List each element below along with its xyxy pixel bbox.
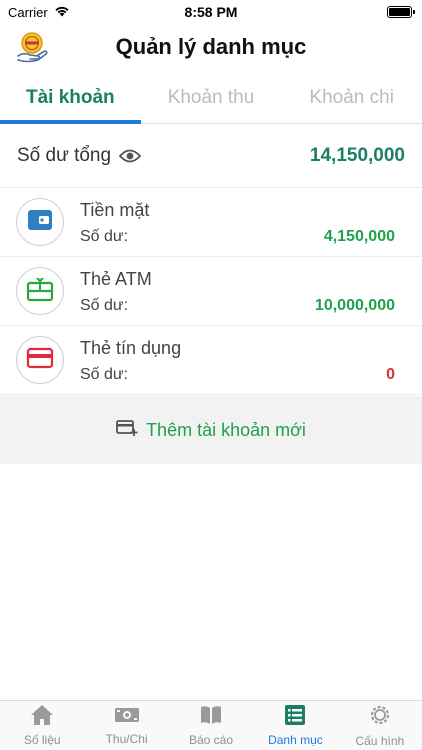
account-item-cash[interactable]: Tiền mặt Số dư: 4,150,000 (0, 188, 422, 257)
account-icon-circle (16, 336, 64, 384)
account-body: Thẻ tín dụng Số dư: 0 (80, 333, 395, 387)
balance-label: Số dư: (80, 366, 129, 383)
nav-label: Số liệu (23, 733, 61, 747)
nav-label: Báo cáo (188, 733, 234, 747)
total-balance-label: Số dư tổng (17, 144, 112, 166)
status-left: Carrier (8, 5, 70, 20)
credit-card-icon (26, 347, 54, 374)
account-balance-row: Số dư: 0 (80, 363, 395, 387)
nav-label: Danh mục (268, 733, 323, 747)
app-logo-icon (14, 29, 50, 65)
total-balance-left: Số dư tổng (17, 144, 142, 167)
nav-item-categories[interactable]: Danh mục (253, 701, 337, 750)
account-balance-row: Số dư: 10,000,000 (80, 294, 395, 318)
balance-label: Số dư: (80, 297, 129, 314)
add-account-button[interactable]: Thêm tài khoản mới (0, 396, 422, 464)
account-body: Tiền mặt Số dư: 4,150,000 (80, 195, 395, 249)
bottom-nav: Số liệu Thu/Chi Báo cáo Danh mục Cấu hìn… (0, 700, 422, 750)
balance-value: 10,000,000 (314, 297, 395, 314)
account-balance-row: Số dư: 4,150,000 (80, 225, 395, 249)
account-name: Thẻ tín dụng (80, 337, 182, 358)
list-icon (283, 704, 307, 731)
add-account-label: Thêm tài khoản mới (146, 419, 306, 440)
account-body: Thẻ ATM Số dư: 10,000,000 (80, 264, 395, 318)
nav-item-transactions[interactable]: Thu/Chi (84, 701, 168, 750)
total-balance-row: Số dư tổng 14,150,000 (0, 124, 422, 188)
settings-icon (368, 703, 392, 732)
nav-item-settings[interactable]: Cấu hình (338, 701, 422, 750)
battery-icon (387, 6, 415, 18)
status-bar: Carrier 8:58 PM (0, 0, 422, 24)
wifi-icon (54, 5, 70, 20)
balance-value: 4,150,000 (323, 228, 395, 245)
money-icon (114, 705, 140, 730)
account-list: Tiền mặt Số dư: 4,150,000 Thẻ ATM Số dư:… (0, 188, 422, 395)
tab-accounts[interactable]: Tài khoản (0, 72, 141, 124)
account-item-atm[interactable]: Thẻ ATM Số dư: 10,000,000 (0, 257, 422, 326)
home-icon (30, 704, 54, 731)
nav-item-stats[interactable]: Số liệu (0, 701, 84, 750)
header: Quản lý danh mục (0, 24, 422, 70)
category-tabs: Tài khoản Khoản thu Khoản chi (0, 72, 422, 124)
add-card-icon (116, 419, 138, 442)
book-icon (199, 704, 223, 731)
account-icon-circle (16, 198, 64, 246)
account-name: Thẻ ATM (80, 268, 152, 289)
nav-label: Thu/Chi (105, 732, 148, 746)
balance-value: 0 (386, 366, 395, 383)
atm-card-icon (26, 276, 54, 307)
nav-label: Cấu hình (355, 734, 405, 748)
page-title: Quản lý danh mục (115, 34, 307, 59)
carrier-label: Carrier (8, 4, 48, 20)
tab-income[interactable]: Khoản thu (141, 72, 282, 123)
total-balance-value: 14,150,000 (309, 144, 405, 166)
account-icon-circle (16, 267, 64, 315)
wallet-icon (27, 209, 53, 236)
account-name: Tiền mặt (80, 199, 150, 220)
nav-item-reports[interactable]: Báo cáo (169, 701, 253, 750)
tab-expense[interactable]: Khoản chi (281, 72, 422, 123)
account-item-credit[interactable]: Thẻ tín dụng Số dư: 0 (0, 326, 422, 395)
balance-label: Số dư: (80, 228, 129, 245)
eye-icon[interactable] (119, 148, 142, 164)
